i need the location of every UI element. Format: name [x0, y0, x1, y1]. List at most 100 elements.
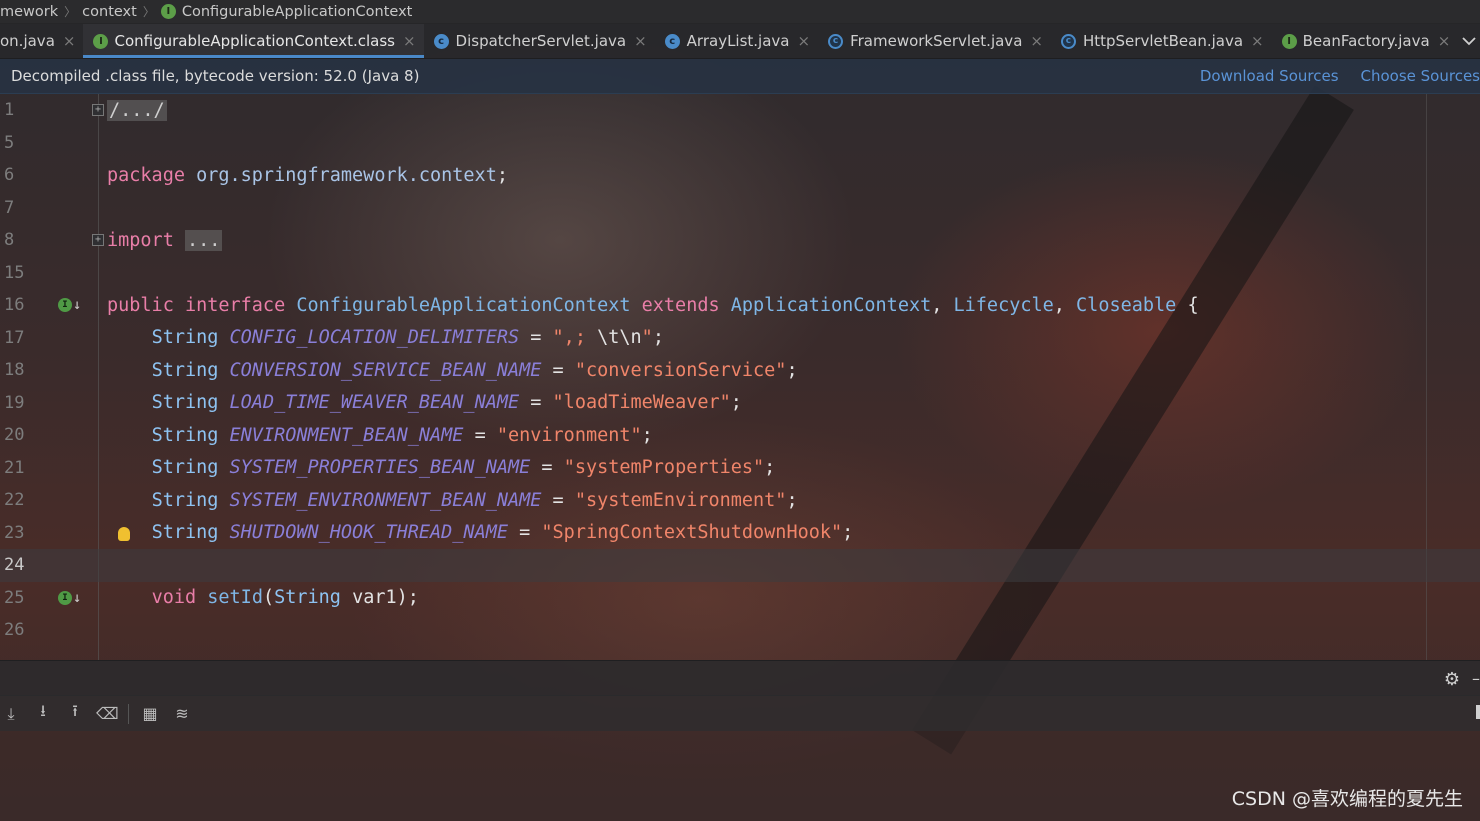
line-number: 6 — [4, 165, 15, 186]
line-number: 18 — [4, 360, 25, 381]
download-icon[interactable]: ⭳ — [32, 700, 54, 727]
code-line[interactable]: 8 + import ... — [0, 224, 1480, 257]
tab-bean-factory[interactable]: I BeanFactory.java × — [1272, 24, 1459, 58]
string-literal: ",; — [552, 327, 586, 349]
interface-icon: I — [160, 4, 176, 19]
tab-dispatcher-servlet[interactable]: c DispatcherServlet.java × — [424, 24, 655, 58]
close-icon[interactable]: × — [1030, 32, 1043, 50]
tab-label: BeanFactory.java — [1302, 32, 1430, 50]
close-icon[interactable]: × — [1438, 32, 1451, 50]
abstract-class-icon: c — [1060, 33, 1076, 49]
method-name: setId — [207, 587, 263, 609]
scroll-to-end-icon[interactable]: ⤓ — [0, 704, 22, 724]
parameter-name: var1 — [352, 587, 397, 609]
breadcrumb-label: ConfigurableApplicationContext — [181, 3, 413, 20]
code-line[interactable]: 25 I ↓ void setId(String var1); — [0, 582, 1480, 615]
side-strip-icon[interactable] — [1476, 705, 1480, 719]
escape-sequence: \t\n — [585, 327, 642, 349]
code-line[interactable]: 16 I ↓ public interface ConfigurableAppli… — [0, 289, 1480, 322]
code-line[interactable]: 17 String CONFIG_LOCATION_DELIMITERS = "… — [0, 322, 1480, 355]
code-line[interactable]: 21 String SYSTEM_PROPERTIES_BEAN_NAME = … — [0, 452, 1480, 485]
constant-name: LOAD_TIME_WEAVER_BEAN_NAME — [229, 392, 520, 414]
folded-header[interactable]: /.../ — [107, 99, 167, 121]
code-line[interactable]: 15 — [0, 257, 1480, 290]
code-text: String CONFIG_LOCATION_DELIMITERS = ",; … — [151, 327, 664, 349]
clear-icon[interactable]: ⌫ — [96, 704, 119, 723]
abstract-class-icon: c — [828, 33, 844, 49]
keyword: interface — [184, 294, 286, 316]
string-literal: "environment" — [496, 424, 642, 446]
close-icon[interactable]: × — [1251, 32, 1264, 50]
code-text: public interface ConfigurableApplication… — [107, 294, 1199, 316]
chevron-right-icon: 〉 — [64, 5, 77, 19]
implemented-by-icon[interactable]: I ↓ — [58, 590, 81, 606]
close-icon[interactable]: × — [63, 32, 76, 50]
code-line[interactable]: 6 package org.springframework.context; — [0, 159, 1480, 192]
type-name: Closeable — [1076, 294, 1177, 316]
tab-label: on.java — [0, 32, 55, 50]
tab-framework-servlet[interactable]: c FrameworkServlet.java × — [818, 24, 1051, 58]
tool-window-toolbar: ⤓ ⭳ ⭱ ⌫ ▦ ≋ — [0, 695, 1480, 731]
filter-settings-icon[interactable]: ≋ — [171, 704, 193, 723]
code-line[interactable]: 19 String LOAD_TIME_WEAVER_BEAN_NAME = "… — [0, 387, 1480, 420]
code-line[interactable]: 23 String SHUTDOWN_HOOK_THREAD_NAME = "S… — [0, 517, 1480, 550]
code-line[interactable]: 1 + /.../ — [0, 94, 1480, 127]
implemented-by-icon[interactable]: I ↓ — [58, 297, 81, 313]
code-line[interactable]: 5 — [0, 127, 1480, 160]
breadcrumb-label: mework — [0, 3, 59, 20]
line-number: 21 — [4, 457, 25, 478]
punctuation: ; — [496, 164, 508, 186]
tool-window-header: ⚙ – — [0, 660, 1480, 695]
string-literal: "conversionService" — [574, 359, 787, 381]
interface-icon: I — [1281, 33, 1297, 49]
close-icon[interactable]: × — [403, 32, 416, 50]
tab-configurable-application-context[interactable]: I ConfigurableApplicationContext.class × — [83, 24, 424, 58]
gear-icon[interactable]: ⚙ — [1444, 669, 1460, 690]
choose-sources-link[interactable]: Choose Sources — [1361, 67, 1480, 85]
folded-imports[interactable]: ... — [184, 229, 223, 251]
keyword: public — [107, 294, 174, 316]
code-text: /.../ — [107, 99, 167, 121]
code-text: String LOAD_TIME_WEAVER_BEAN_NAME = "loa… — [151, 392, 742, 414]
code-editor[interactable]: 1 + /.../ 5 6 package org.springframewor… — [0, 94, 1480, 660]
breadcrumb-item[interactable]: I ConfigurableApplicationContext — [160, 3, 413, 20]
line-number: 7 — [4, 197, 15, 218]
string-literal: "loadTimeWeaver" — [552, 392, 731, 414]
code-line[interactable]: 18 String CONVERSION_SERVICE_BEAN_NAME =… — [0, 354, 1480, 387]
punctuation: { — [1187, 294, 1199, 316]
table-icon[interactable]: ▦ — [139, 704, 161, 723]
code-line[interactable]: 26 — [0, 614, 1480, 647]
interface-icon: I — [93, 33, 109, 49]
fold-toggle-icon[interactable]: + — [92, 234, 104, 246]
breadcrumb-item[interactable]: mework — [0, 4, 58, 20]
type-name: String — [151, 522, 219, 544]
code-text: String SYSTEM_ENVIRONMENT_BEAN_NAME = "s… — [151, 489, 798, 511]
constant-name: ENVIRONMENT_BEAN_NAME — [229, 424, 464, 446]
close-icon[interactable]: × — [634, 32, 647, 50]
code-line[interactable]: 22 String SYSTEM_ENVIRONMENT_BEAN_NAME =… — [0, 484, 1480, 517]
type-name: String — [151, 359, 219, 381]
line-number: 20 — [4, 425, 25, 446]
code-line[interactable]: 20 String ENVIRONMENT_BEAN_NAME = "envir… — [0, 419, 1480, 452]
current-code-line[interactable]: 24 — [0, 549, 1480, 582]
tab-http-servlet-bean[interactable]: c HttpServletBean.java × — [1051, 24, 1272, 58]
tab-on-java[interactable]: on.java × — [0, 24, 83, 58]
interface-name: ConfigurableApplicationContext — [296, 294, 631, 316]
code-text: String CONVERSION_SERVICE_BEAN_NAME = "c… — [151, 359, 798, 381]
punctuation: ); — [396, 587, 419, 609]
class-icon: c — [433, 33, 449, 49]
string-literal: "systemEnvironment" — [574, 489, 787, 511]
breadcrumb-item[interactable]: context — [82, 4, 137, 20]
minimize-icon[interactable]: – — [1472, 669, 1480, 688]
line-number: 8 — [4, 230, 15, 251]
line-number: 19 — [4, 392, 25, 413]
chevron-down-icon[interactable] — [1458, 24, 1480, 58]
upload-icon[interactable]: ⭱ — [64, 700, 86, 727]
download-sources-link[interactable]: Download Sources — [1200, 67, 1339, 85]
close-icon[interactable]: × — [798, 32, 811, 50]
line-number: 24 — [4, 555, 25, 576]
fold-toggle-icon[interactable]: + — [92, 104, 104, 116]
code-line[interactable]: 7 — [0, 192, 1480, 225]
line-number: 17 — [4, 327, 25, 348]
tab-array-list[interactable]: c ArrayList.java × — [655, 24, 818, 58]
